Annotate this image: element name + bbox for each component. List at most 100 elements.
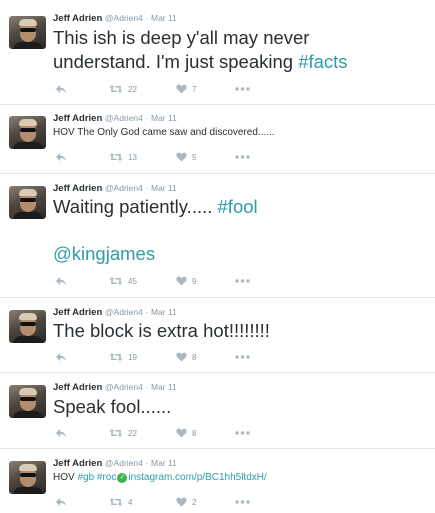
more-icon: [235, 431, 250, 435]
like-count: 5: [192, 152, 197, 162]
retweet-icon: [109, 428, 123, 438]
hashtag-link[interactable]: #gb: [77, 472, 94, 483]
avatar[interactable]: [9, 385, 46, 418]
more-button[interactable]: [235, 426, 250, 440]
tweet-text: HOV #gb #roc ✓ instagram.com/p/BC1hh5ltdxH…: [53, 471, 267, 484]
tweet-text: The block is extra hot!!!!!!!!: [53, 320, 270, 341]
author-name[interactable]: Jeff Adrien: [53, 183, 102, 194]
author-handle[interactable]: @Adrien4: [105, 113, 143, 123]
reply-button[interactable]: [55, 82, 67, 96]
like-count: 2: [192, 497, 197, 507]
retweet-icon: [109, 352, 123, 362]
retweet-count: 19: [128, 352, 137, 362]
meta-separator: ·: [145, 13, 149, 23]
like-button[interactable]: 5: [176, 150, 196, 164]
tweet[interactable]: Jeff Adrien @Adrien4 · Mar 11 Waiting pa…: [0, 174, 435, 297]
hashtag-link[interactable]: #roc: [97, 472, 116, 483]
meta-separator: ·: [145, 307, 149, 317]
tweet-actions: 22 8: [55, 426, 275, 440]
like-button[interactable]: 9: [176, 274, 196, 288]
retweet-count: 22: [128, 84, 137, 94]
more-icon: [235, 155, 250, 159]
more-button[interactable]: [235, 150, 250, 164]
tweet-actions: 19 8: [55, 350, 275, 364]
tweet[interactable]: Jeff Adrien @Adrien4 · Mar 11 The block …: [0, 298, 435, 372]
tweet[interactable]: Jeff Adrien @Adrien4 · Mar 11 Speak fool…: [0, 373, 435, 448]
tweet-date[interactable]: Mar 11: [151, 458, 177, 468]
retweet-button[interactable]: 22: [109, 82, 137, 96]
reply-icon: [55, 84, 67, 94]
avatar[interactable]: [9, 116, 46, 149]
more-icon: [235, 355, 250, 359]
retweet-button[interactable]: 19: [109, 350, 137, 364]
avatar[interactable]: [9, 186, 46, 219]
like-count: 7: [192, 84, 197, 94]
tweet-text: This ish is deep y'all may never underst…: [53, 26, 348, 74]
author-handle[interactable]: @Adrien4: [105, 382, 143, 392]
heart-icon: [176, 428, 187, 438]
reply-button[interactable]: [55, 426, 67, 440]
tweet[interactable]: Jeff Adrien @Adrien4 · Mar 11 HOV #gb #r…: [0, 449, 435, 513]
tweet-text-line: understand. I'm just speaking: [53, 51, 299, 72]
mention-link[interactable]: @kingjames: [53, 242, 258, 266]
reply-icon: [55, 428, 67, 438]
tweet-actions: 4 2: [55, 495, 275, 509]
like-count: 8: [192, 428, 197, 438]
tweet-text: Speak fool......: [53, 396, 172, 417]
reply-button[interactable]: [55, 350, 67, 364]
retweet-button[interactable]: 13: [109, 150, 137, 164]
more-button[interactable]: [235, 82, 250, 96]
tweet[interactable]: Jeff Adrien @Adrien4 · Mar 11 HOV The On…: [0, 105, 435, 173]
retweet-count: 45: [128, 276, 137, 286]
like-button[interactable]: 2: [176, 495, 196, 509]
reply-button[interactable]: [55, 274, 67, 288]
more-icon: [235, 500, 250, 504]
meta-separator: ·: [145, 183, 149, 193]
like-button[interactable]: 7: [176, 82, 196, 96]
retweet-button[interactable]: 45: [109, 274, 137, 288]
more-button[interactable]: [235, 495, 250, 509]
more-button[interactable]: [235, 274, 250, 288]
reply-button[interactable]: [55, 150, 67, 164]
tweet-date[interactable]: Mar 11: [151, 307, 177, 317]
author-handle[interactable]: @Adrien4: [105, 458, 143, 468]
avatar[interactable]: [9, 16, 46, 49]
reply-button[interactable]: [55, 495, 67, 509]
more-icon: [235, 279, 250, 283]
retweet-button[interactable]: 22: [109, 426, 137, 440]
heart-icon: [176, 497, 187, 507]
check-icon: ✓: [117, 473, 128, 483]
retweet-icon: [109, 152, 123, 162]
instagram-link[interactable]: instagram.com/p/BC1hh5ltdxH/: [128, 472, 266, 483]
hashtag-link[interactable]: #fool: [218, 196, 258, 217]
tweet-date[interactable]: Mar 11: [151, 382, 177, 392]
avatar[interactable]: [9, 310, 46, 343]
tweet[interactable]: Jeff Adrien @Adrien4 · Mar 11 This ish i…: [0, 0, 435, 104]
more-icon: [235, 87, 250, 91]
author-name[interactable]: Jeff Adrien: [53, 307, 102, 318]
more-button[interactable]: [235, 350, 250, 364]
tweet-date[interactable]: Mar 11: [151, 113, 177, 123]
author-name[interactable]: Jeff Adrien: [53, 382, 102, 393]
like-button[interactable]: 8: [176, 350, 196, 364]
retweet-icon: [109, 84, 123, 94]
tweet-date[interactable]: Mar 11: [151, 183, 177, 193]
tweet-text-prefix: HOV: [53, 472, 78, 483]
author-handle[interactable]: @Adrien4: [105, 183, 143, 193]
tweet-text: HOV The Only God came saw and discovered…: [53, 127, 275, 138]
author-handle[interactable]: @Adrien4: [105, 13, 143, 23]
heart-icon: [176, 352, 187, 362]
tweet-actions: 45 9: [55, 274, 275, 288]
tweet-date[interactable]: Mar 11: [151, 13, 177, 23]
avatar[interactable]: [9, 461, 46, 494]
retweet-icon: [109, 497, 123, 507]
like-button[interactable]: 8: [176, 426, 196, 440]
author-name[interactable]: Jeff Adrien: [53, 458, 102, 469]
author-name[interactable]: Jeff Adrien: [53, 113, 102, 124]
retweet-count: 4: [128, 497, 133, 507]
hashtag-link[interactable]: #facts: [298, 51, 347, 72]
retweet-button[interactable]: 4: [109, 495, 132, 509]
author-name[interactable]: Jeff Adrien: [53, 13, 102, 24]
reply-icon: [55, 352, 67, 362]
author-handle[interactable]: @Adrien4: [105, 307, 143, 317]
